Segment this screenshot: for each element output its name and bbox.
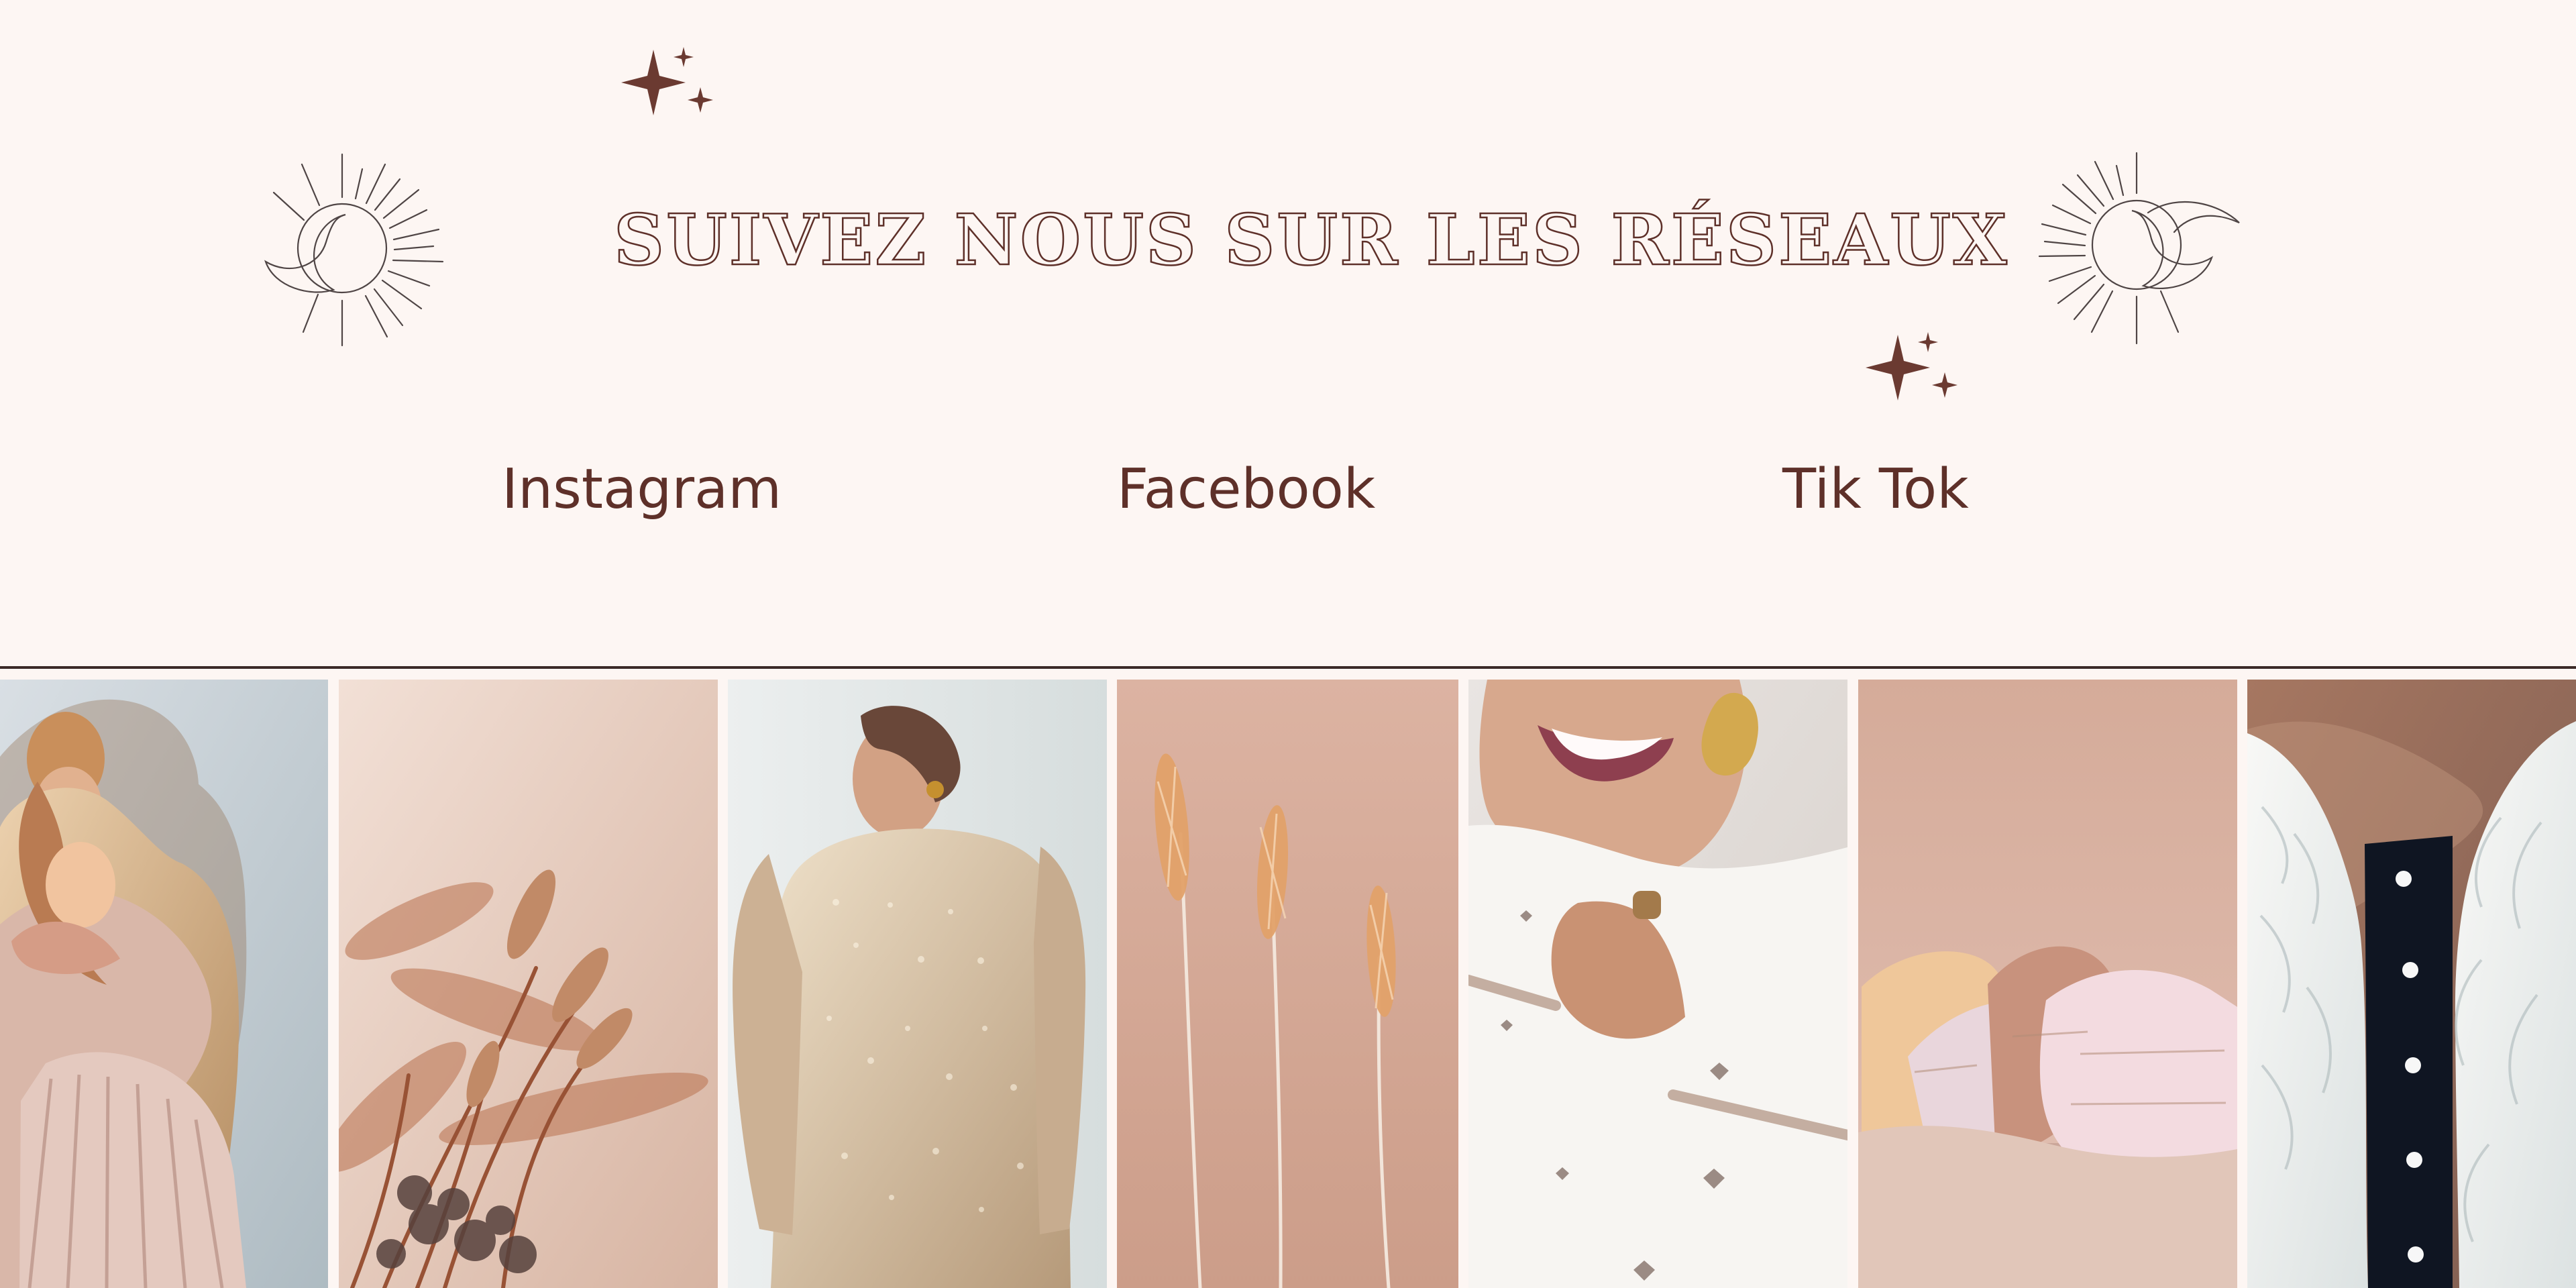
gallery-photo-smiling-woman[interactable] [1468,680,1847,1288]
gallery-photo-mother-child[interactable] [0,680,328,1288]
sparkle-icon [621,47,713,115]
facebook-link[interactable]: Facebook [1117,453,1375,527]
gallery-photo-gold-sequin-dress[interactable] [728,680,1107,1288]
sun-moon-icon [2038,152,2240,345]
social-media-page: SUIVEZ NOUS SUR LES RÉSEAUX Instagram Fa… [0,0,2576,1288]
tiktok-link[interactable]: Tik Tok [1782,453,1969,527]
social-header: SUIVEZ NOUS SUR LES RÉSEAUX Instagram Fa… [0,0,2576,666]
instagram-link[interactable]: Instagram [502,453,782,527]
sparkle-icon [1866,332,1957,400]
gallery-photo-lace-cardigan[interactable] [2247,680,2576,1288]
gallery-photo-wheat[interactable] [1117,680,1458,1288]
gallery-photo-dried-grasses[interactable] [339,680,718,1288]
section-divider [0,666,2576,669]
gallery-photo-folded-knitwear[interactable] [1858,680,2237,1288]
page-title: SUIVEZ NOUS SUR LES RÉSEAUX [613,198,2009,282]
sun-moon-icon [264,153,444,347]
photo-gallery [0,680,2576,1288]
